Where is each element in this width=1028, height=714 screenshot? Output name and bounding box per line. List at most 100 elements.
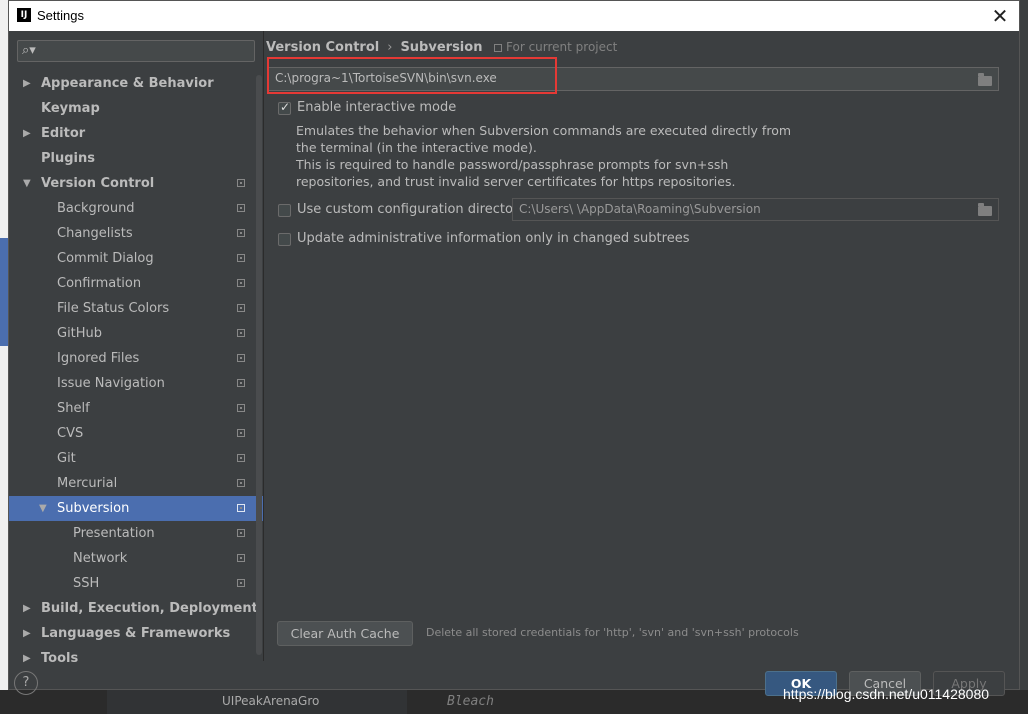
sidebar-item-label: Background: [57, 201, 135, 216]
search-input[interactable]: ⌕▾: [17, 40, 255, 62]
sidebar-item-label: Ignored Files: [57, 351, 140, 366]
project-icon: [494, 43, 502, 52]
project-icon: [237, 554, 245, 562]
title-bar: IJ Settings ✕: [9, 1, 1019, 31]
clear-auth-cache-button[interactable]: Clear Auth Cache: [277, 621, 413, 646]
project-icon: [237, 579, 245, 587]
sidebar-item-build-execution-deployment[interactable]: ▶ Build, Execution, Deployment: [9, 596, 263, 621]
sidebar-item-label: Commit Dialog: [57, 251, 154, 266]
intellij-icon: IJ: [17, 8, 31, 22]
chevron-down-icon[interactable]: ▼: [39, 496, 49, 521]
sidebar-item-label: Appearance & Behavior: [41, 76, 214, 91]
breadcrumb-separator: ›: [387, 40, 393, 55]
window-title: Settings: [37, 8, 84, 23]
update-admin-checkbox[interactable]: [278, 233, 291, 246]
sidebar-item-tools[interactable]: ▶ Tools: [9, 646, 263, 671]
project-icon: [237, 454, 245, 462]
sidebar-item-plugins[interactable]: Plugins: [9, 146, 263, 171]
sidebar-item-subversion[interactable]: ▼ Subversion: [9, 496, 263, 521]
chevron-right-icon[interactable]: ▶: [23, 621, 33, 646]
watermark-text: https://blog.csdn.net/u011428080: [783, 686, 990, 702]
project-icon: [237, 379, 245, 387]
project-icon: [237, 479, 245, 487]
sidebar-item-label: Shelf: [57, 401, 90, 416]
sidebar-item-label: Version Control: [41, 176, 155, 191]
sidebar-item-label: Presentation: [73, 526, 155, 541]
project-icon: [237, 229, 245, 237]
sidebar-item-label: Git: [57, 451, 76, 466]
sidebar-item-label: Changelists: [57, 226, 133, 241]
sidebar-item-label: CVS: [57, 426, 84, 441]
close-icon[interactable]: ✕: [987, 3, 1013, 29]
breadcrumb: Version Control › Subversion: [266, 40, 482, 55]
project-icon: [237, 404, 245, 412]
chevron-right-icon[interactable]: ▶: [23, 71, 33, 96]
sidebar-item-issue-navigation[interactable]: Issue Navigation: [9, 371, 263, 396]
sidebar-item-version-control[interactable]: ▼ Version Control: [9, 171, 263, 196]
search-icon: ⌕▾: [22, 43, 36, 58]
sidebar-item-presentation[interactable]: Presentation: [9, 521, 263, 546]
sidebar-item-label: Build, Execution, Deployment: [41, 601, 258, 616]
custom-config-dir-field[interactable]: C:\Users\ \AppData\Roaming\Subversion: [512, 198, 999, 221]
update-admin-label: Update administrative information only i…: [297, 231, 690, 246]
sidebar-item-ignored-files[interactable]: Ignored Files: [9, 346, 263, 371]
settings-sidebar: ⌕▾ ▶ Appearance & Behavior Keymap ▶ Editor Pl…: [9, 31, 264, 666]
project-icon: [237, 254, 245, 262]
chevron-right-icon[interactable]: ▶: [23, 121, 33, 146]
sidebar-item-github[interactable]: GitHub: [9, 321, 263, 346]
interactive-mode-label: Enable interactive mode: [297, 100, 457, 115]
project-icon: [237, 204, 245, 212]
sidebar-item-label: Subversion: [57, 501, 130, 516]
sidebar-item-keymap[interactable]: Keymap: [9, 96, 263, 121]
sidebar-item-ssh[interactable]: SSH: [9, 571, 263, 596]
sidebar-scrollbar[interactable]: [256, 75, 262, 655]
settings-tree: ▶ Appearance & Behavior Keymap ▶ Editor Plugi…: [9, 71, 263, 671]
custom-config-dir-checkbox[interactable]: [278, 204, 291, 217]
sidebar-item-commit-dialog[interactable]: Commit Dialog: [9, 246, 263, 271]
background-tab-label: UIPeakArenaGro: [222, 694, 320, 708]
project-icon: [237, 529, 245, 537]
project-icon: [237, 329, 245, 337]
chevron-down-icon[interactable]: ▼: [23, 171, 33, 196]
sidebar-item-label: Tools: [41, 651, 79, 666]
project-icon: [237, 504, 245, 512]
sidebar-item-label: File Status Colors: [57, 301, 170, 316]
sidebar-item-mercurial[interactable]: Mercurial: [9, 471, 263, 496]
sidebar-item-label: Mercurial: [57, 476, 118, 491]
sidebar-item-label: Plugins: [41, 151, 95, 166]
folder-icon[interactable]: [978, 203, 992, 216]
interactive-mode-checkbox[interactable]: [278, 100, 291, 115]
folder-icon[interactable]: [978, 73, 992, 86]
subversion-settings-panel: Version Control › Subversion For current p…: [266, 38, 1006, 658]
sidebar-item-changelists[interactable]: Changelists: [9, 221, 263, 246]
highlight-box: [267, 57, 557, 94]
project-scope-label: For current project: [494, 40, 617, 54]
project-icon: [237, 354, 245, 362]
project-icon: [237, 429, 245, 437]
sidebar-item-appearance-behavior[interactable]: ▶ Appearance & Behavior: [9, 71, 263, 96]
project-icon: [237, 304, 245, 312]
chevron-right-icon[interactable]: ▶: [23, 596, 33, 621]
sidebar-item-git[interactable]: Git: [9, 446, 263, 471]
project-icon: [237, 179, 245, 187]
sidebar-item-confirmation[interactable]: Confirmation: [9, 271, 263, 296]
project-icon: [237, 279, 245, 287]
sidebar-item-shelf[interactable]: Shelf: [9, 396, 263, 421]
sidebar-item-label: Languages & Frameworks: [41, 626, 231, 641]
custom-config-dir-value: C:\Users\ \AppData\Roaming\Subversion: [519, 202, 761, 216]
sidebar-item-editor[interactable]: ▶ Editor: [9, 121, 263, 146]
background-code-text: Bleach: [447, 694, 494, 709]
sidebar-item-languages-frameworks[interactable]: ▶ Languages & Frameworks: [9, 621, 263, 646]
sidebar-item-label: GitHub: [57, 326, 103, 341]
breadcrumb-version-control: Version Control: [266, 40, 380, 55]
sidebar-item-network[interactable]: Network: [9, 546, 263, 571]
sidebar-item-cvs[interactable]: CVS: [9, 421, 263, 446]
sidebar-item-label: Confirmation: [57, 276, 142, 291]
sidebar-item-background[interactable]: Background: [9, 196, 263, 221]
help-button[interactable]: ?: [14, 671, 38, 695]
sidebar-item-label: SSH: [73, 576, 100, 591]
chevron-right-icon[interactable]: ▶: [23, 646, 33, 671]
interactive-mode-description: Emulates the behavior when Subversion co…: [296, 123, 792, 189]
sidebar-item-file-status-colors[interactable]: File Status Colors: [9, 296, 263, 321]
breadcrumb-subversion: Subversion: [400, 40, 483, 55]
